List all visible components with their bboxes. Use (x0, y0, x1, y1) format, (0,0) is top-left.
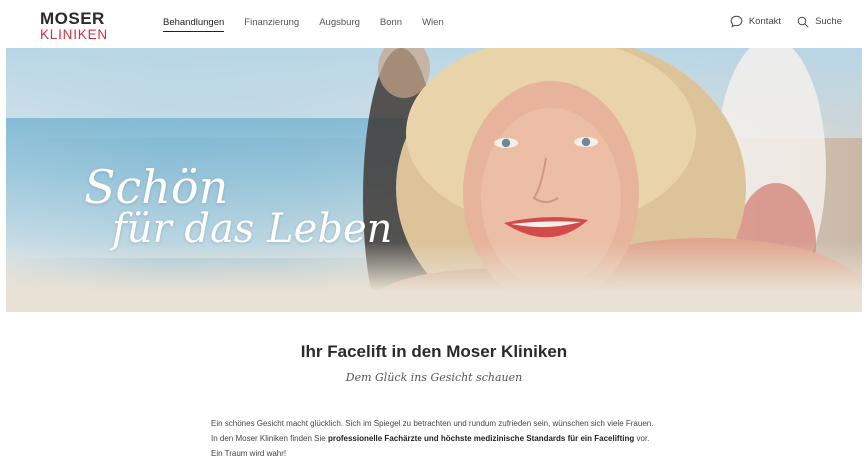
search-label: Suche (815, 16, 842, 27)
contact-link[interactable]: Kontakt (730, 15, 781, 28)
nav-item-wien[interactable]: Wien (422, 17, 444, 32)
nav-item-augsburg[interactable]: Augsburg (319, 17, 360, 32)
search-link[interactable]: Suche (797, 16, 842, 28)
hero-slogan-line1: Schön (84, 160, 229, 214)
site-header: MOSER KLINIKEN Behandlungen Finanzierung… (0, 0, 868, 48)
logo-top-text: MOSER (40, 9, 105, 28)
nav-item-bonn[interactable]: Bonn (380, 17, 402, 32)
page-title: Ihr Facelift in den Moser Kliniken (300, 342, 568, 361)
hero-slogan: Schön für das Leben (84, 160, 393, 252)
moser-kliniken-logo[interactable]: MOSER KLINIKEN (40, 10, 108, 42)
hero-sand (6, 242, 862, 312)
logo-bottom-text: KLINIKEN (40, 27, 108, 42)
contact-label: Kontakt (748, 16, 782, 27)
header-actions: Kontakt Suche (714, 15, 842, 28)
page-subtitle: Dem Glück ins Gesicht schauen (345, 371, 523, 384)
intro-text-bold: professionelle Fachärzte und höchste med… (327, 434, 635, 443)
hero-slogan-line2: für das Leben (112, 205, 393, 252)
nav-item-finanzierung[interactable]: Finanzierung (244, 17, 299, 32)
intro-paragraph: Ein schönes Gesicht macht glücklich. Sic… (211, 416, 661, 461)
main-navigation: Behandlungen Finanzierung Augsburg Bonn … (163, 17, 464, 32)
search-icon (797, 16, 809, 28)
nav-item-behandlungen[interactable]: Behandlungen (163, 17, 225, 32)
hero-banner: Schön für das Leben (6, 48, 862, 312)
chat-bubble-icon (730, 15, 743, 28)
